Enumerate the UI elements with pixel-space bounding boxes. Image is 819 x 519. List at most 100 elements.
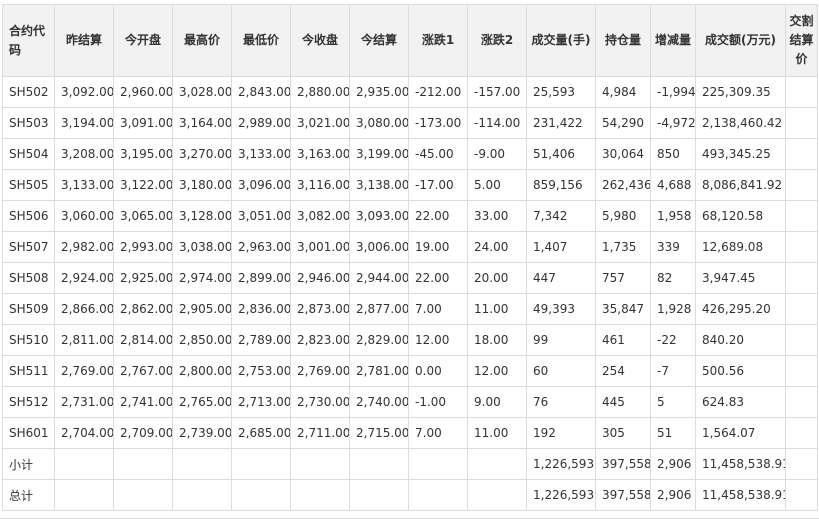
table-cell: 3,270.00	[172, 138, 232, 170]
table-cell: 3,021.00	[290, 107, 350, 139]
table-cell	[785, 355, 818, 387]
table-cell	[290, 479, 350, 511]
table-cell: 2,963.00	[231, 231, 291, 263]
table-cell: 445	[595, 386, 651, 418]
table-cell: 4,688	[650, 169, 696, 201]
table-cell: SH601	[2, 417, 55, 449]
table-cell: 3,093.00	[349, 200, 409, 232]
table-cell	[231, 479, 291, 511]
table-cell: 11.00	[467, 417, 527, 449]
table-cell: 2,924.00	[54, 262, 114, 294]
table-cell: 2,982.00	[54, 231, 114, 263]
table-cell: 339	[650, 231, 696, 263]
table-cell: -45.00	[408, 138, 468, 170]
table-cell: 2,829.00	[349, 324, 409, 356]
table-cell: 2,880.00	[290, 76, 350, 108]
table-cell: 2,753.00	[231, 355, 291, 387]
table-cell: 2,709.00	[113, 417, 173, 449]
table-cell: 3,080.00	[349, 107, 409, 139]
table-cell: 2,925.00	[113, 262, 173, 294]
table-cell: 850	[650, 138, 696, 170]
table-cell	[467, 448, 527, 480]
table-cell: 2,946.00	[290, 262, 350, 294]
table-cell: -157.00	[467, 76, 527, 108]
table-cell: 12.00	[408, 324, 468, 356]
table-cell: 2,905.00	[172, 293, 232, 325]
table-row: SH511 2,769.00 2,767.00 2,800.00 2,753.00 2,7…	[2, 355, 818, 387]
table-row: SH505 3,133.00 3,122.00 3,180.00 3,096.00 3,1…	[2, 169, 818, 201]
table-cell: 2,767.00	[113, 355, 173, 387]
table-cell: 35,847	[595, 293, 651, 325]
table-cell	[785, 169, 818, 201]
table-cell	[113, 448, 173, 480]
header-prev-settle: 昨结算	[54, 4, 114, 77]
header-high: 最高价	[172, 4, 232, 77]
table-cell: 7,342	[526, 200, 596, 232]
table-cell: 2,862.00	[113, 293, 173, 325]
table-cell: 2,731.00	[54, 386, 114, 418]
table-row: 总计 1,226,593 397,558 2,906 11,458,538.91	[2, 479, 818, 511]
table-cell: 1,958	[650, 200, 696, 232]
table-cell: 2,989.00	[231, 107, 291, 139]
table-cell: SH505	[2, 169, 55, 201]
table-cell: -1,994	[650, 76, 696, 108]
table-cell: 461	[595, 324, 651, 356]
table-cell: SH508	[2, 262, 55, 294]
table-header-row: 合约代码 昨结算 今开盘 最高价 最低价 今收盘 今结算 涨跌1 涨跌2 成交量(手) 持仓量 增减量…	[2, 4, 818, 77]
table-cell: 3,138.00	[349, 169, 409, 201]
table-cell: 2,740.00	[349, 386, 409, 418]
table-cell: SH504	[2, 138, 55, 170]
futures-quote-page: 合约代码 昨结算 今开盘 最高价 最低价 今收盘 今结算 涨跌1 涨跌2 成交量(手) 持仓量 增减量…	[0, 4, 819, 519]
table-cell: 30,064	[595, 138, 651, 170]
table-cell: 2,715.00	[349, 417, 409, 449]
table-cell: 3,180.00	[172, 169, 232, 201]
table-cell: 3,164.00	[172, 107, 232, 139]
table-cell: 2,685.00	[231, 417, 291, 449]
table-cell: SH512	[2, 386, 55, 418]
table-cell: 3,060.00	[54, 200, 114, 232]
table-row: SH508 2,924.00 2,925.00 2,974.00 2,899.00 2,9…	[2, 262, 818, 294]
table-cell: 305	[595, 417, 651, 449]
table-cell: 2,960.00	[113, 76, 173, 108]
table-cell	[172, 479, 232, 511]
table-cell: 24.00	[467, 231, 527, 263]
table-cell: 2,739.00	[172, 417, 232, 449]
table-cell: 859,156	[526, 169, 596, 201]
table-cell: 3,091.00	[113, 107, 173, 139]
table-cell: 3,199.00	[349, 138, 409, 170]
table-cell	[349, 479, 409, 511]
table-cell: 3,133.00	[54, 169, 114, 201]
table-cell: 2,974.00	[172, 262, 232, 294]
table-cell	[231, 448, 291, 480]
table-cell: 82	[650, 262, 696, 294]
table-cell: 2,769.00	[54, 355, 114, 387]
table-cell: 2,138,460.42	[695, 107, 786, 139]
table-cell: 397,558	[595, 448, 651, 480]
table-cell: 4,984	[595, 76, 651, 108]
table-cell: 20.00	[467, 262, 527, 294]
header-settle: 今结算	[349, 4, 409, 77]
table-cell: 68,120.58	[695, 200, 786, 232]
table-cell: 2,711.00	[290, 417, 350, 449]
table-cell	[785, 417, 818, 449]
table-cell: 262,436	[595, 169, 651, 201]
table-cell	[408, 448, 468, 480]
table-cell: 3,006.00	[349, 231, 409, 263]
table-row: SH503 3,194.00 3,091.00 3,164.00 2,989.00 3,0…	[2, 107, 818, 139]
table-cell	[785, 231, 818, 263]
table-cell	[408, 479, 468, 511]
table-cell: 2,836.00	[231, 293, 291, 325]
table-cell: 2,935.00	[349, 76, 409, 108]
table-row: SH509 2,866.00 2,862.00 2,905.00 2,836.00 2,8…	[2, 293, 818, 325]
table-cell: 426,295.20	[695, 293, 786, 325]
table-cell: SH503	[2, 107, 55, 139]
table-cell: 3,096.00	[231, 169, 291, 201]
header-contract-code: 合约代码	[2, 4, 55, 77]
table-cell	[785, 76, 818, 108]
table-cell: 11,458,538.91	[695, 448, 786, 480]
table-cell: 1,928	[650, 293, 696, 325]
table-row: 小计 1,226,593 397,558 2,906 11,458,538.91	[2, 448, 818, 480]
table-cell: 51	[650, 417, 696, 449]
table-cell: 2,944.00	[349, 262, 409, 294]
table-cell: 3,038.00	[172, 231, 232, 263]
